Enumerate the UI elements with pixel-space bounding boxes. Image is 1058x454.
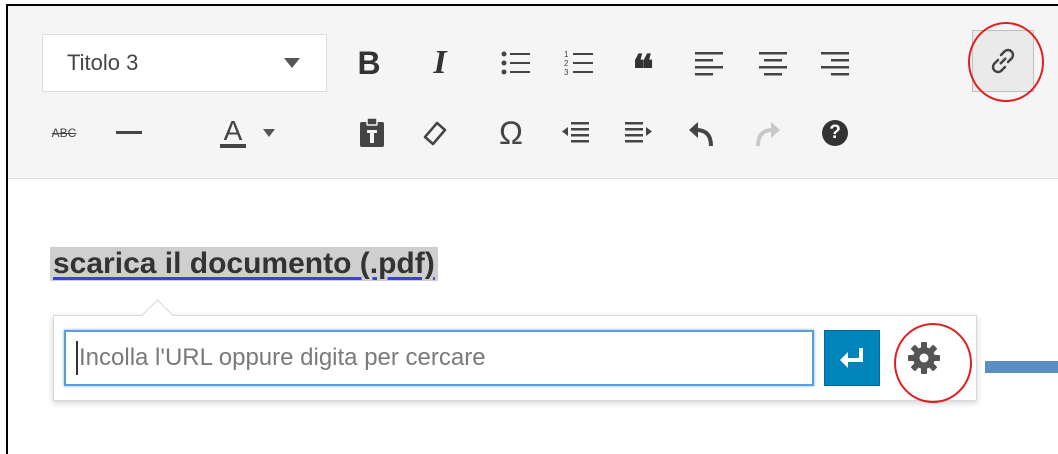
annotation-arrow [985,361,1058,373]
enter-icon [840,348,863,368]
strikethrough-button[interactable]: ABC [35,104,93,162]
svg-text:1: 1 [564,50,569,59]
link-settings-button[interactable] [896,330,952,386]
url-input-placeholder: Incolla l'URL oppure digita per cercare [79,344,486,371]
align-center-icon [759,52,787,76]
help-icon: ? [822,120,848,146]
undo-button[interactable] [673,104,731,162]
indent-icon [625,122,652,143]
editor-toolbar: Titolo 3 B I 1 2 3 ❝ ABC A Ω ? [8,6,1058,179]
numbered-list-button[interactable]: 1 2 3 [550,34,608,92]
horizontal-line-button[interactable] [100,104,158,162]
bold-icon: B [357,45,381,81]
bullet-list-button[interactable] [487,34,545,92]
italic-icon: I [433,44,447,81]
outdent-button[interactable] [546,104,604,162]
numbered-list-icon: 1 2 3 [564,50,593,77]
special-character-button[interactable]: Ω [482,104,540,162]
align-left-button[interactable] [680,34,738,92]
undo-icon [689,122,713,147]
italic-button[interactable]: I [411,34,469,92]
bullet-list-icon [501,51,530,75]
strikethrough-icon: ABC [51,126,77,140]
clipboard-icon [360,118,384,147]
outdent-icon [562,122,589,143]
indent-button[interactable] [610,104,668,162]
format-select-value: Titolo 3 [67,50,139,75]
text-color-icon: A [219,117,247,148]
redo-button[interactable] [738,104,796,162]
redo-icon [756,122,780,147]
text-color-dropdown[interactable] [254,104,284,162]
blockquote-button[interactable]: ❝ [614,34,672,92]
help-button[interactable]: ? [806,104,864,162]
format-select[interactable]: Titolo 3 [42,34,327,92]
selected-heading-text[interactable]: scarica il documento (.pdf) [50,247,438,281]
dropdown-arrow-icon [284,58,300,68]
chevron-down-icon [263,129,275,137]
url-input[interactable]: Incolla l'URL oppure digita per cercare [64,330,814,386]
blockquote-icon: ❝ [632,48,654,92]
bold-button[interactable]: B [340,34,398,92]
horizontal-line-icon [116,131,142,134]
paste-as-text-button[interactable] [343,104,401,162]
text-caret [76,341,78,375]
omega-icon: Ω [499,114,523,151]
svg-text:2: 2 [564,59,569,68]
align-right-button[interactable] [806,34,864,92]
gear-icon [908,342,940,374]
clear-formatting-button[interactable] [406,104,464,162]
insert-link-button[interactable] [972,30,1034,92]
apply-link-button[interactable] [824,330,880,386]
svg-text:3: 3 [564,68,569,77]
eraser-icon [423,121,447,146]
align-center-button[interactable] [744,34,802,92]
link-icon [991,48,1015,74]
align-left-icon [695,52,723,76]
link-dialog: Incolla l'URL oppure digita per cercare [53,299,977,401]
align-right-icon [821,52,849,76]
